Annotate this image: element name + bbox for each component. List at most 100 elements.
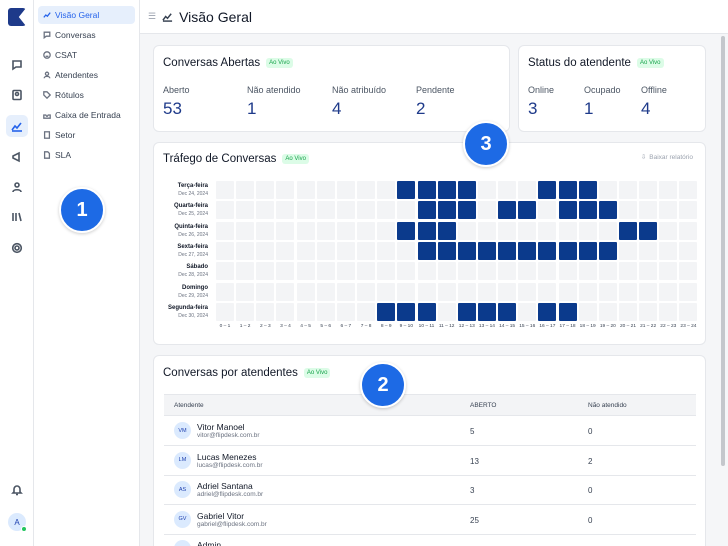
heatmap-cell[interactable]: [256, 241, 275, 260]
heatmap-cell[interactable]: [357, 282, 376, 301]
heatmap-cell[interactable]: [659, 221, 678, 240]
heatmap-cell[interactable]: [578, 221, 597, 240]
nav-item-csat[interactable]: CSAT: [38, 46, 135, 64]
heatmap-cell[interactable]: [639, 221, 658, 240]
heatmap-cell[interactable]: [216, 181, 234, 199]
heatmap-cell[interactable]: [256, 201, 275, 220]
contact-icon[interactable]: [6, 84, 28, 106]
team-icon[interactable]: [6, 176, 28, 198]
heatmap-cell[interactable]: [558, 201, 577, 220]
heatmap-cell[interactable]: [578, 241, 597, 260]
heatmap-cell[interactable]: [619, 262, 637, 281]
heatmap-cell[interactable]: [558, 221, 577, 240]
column-header-aberto[interactable]: ABERTO: [470, 402, 497, 409]
heatmap-cell[interactable]: [679, 302, 698, 321]
heatmap-cell[interactable]: [296, 302, 315, 321]
heatmap-cell[interactable]: [659, 181, 678, 199]
user-avatar[interactable]: A: [8, 513, 27, 532]
heatmap-cell[interactable]: [357, 221, 376, 240]
heatmap-cell[interactable]: [397, 282, 416, 301]
heatmap-cell[interactable]: [316, 302, 335, 321]
heatmap-cell[interactable]: [578, 201, 597, 220]
heatmap-cell[interactable]: [679, 262, 698, 281]
heatmap-cell[interactable]: [296, 241, 315, 260]
nav-item-visao-geral[interactable]: Visão Geral: [38, 6, 135, 24]
heatmap-cell[interactable]: [639, 201, 658, 220]
heatmap-cell[interactable]: [619, 221, 637, 240]
settings-icon[interactable]: [6, 237, 28, 259]
heatmap-cell[interactable]: [397, 262, 416, 281]
table-row[interactable]: GV Gabriel Vitor gabriel@flipdesk.com.br 25…: [164, 505, 696, 535]
heatmap-cell[interactable]: [538, 201, 557, 220]
heatmap-cell[interactable]: [256, 282, 275, 301]
heatmap-cell[interactable]: [518, 262, 537, 281]
heatmap-cell[interactable]: [598, 241, 617, 260]
heatmap-cell[interactable]: [357, 201, 376, 220]
heatmap-cell[interactable]: [296, 282, 315, 301]
heatmap-cell[interactable]: [276, 241, 295, 260]
heatmap-cell[interactable]: [558, 241, 577, 260]
heatmap-cell[interactable]: [518, 221, 537, 240]
heatmap-cell[interactable]: [316, 262, 335, 281]
heatmap-cell[interactable]: [679, 221, 698, 240]
scrollbar[interactable]: [721, 36, 725, 466]
nav-item-setor[interactable]: Setor: [38, 126, 135, 144]
heatmap-cell[interactable]: [457, 181, 476, 199]
heatmap-cell[interactable]: [477, 302, 496, 321]
heatmap-cell[interactable]: [236, 201, 255, 220]
heatmap-cell[interactable]: [598, 181, 617, 199]
reports-icon[interactable]: [6, 115, 28, 137]
heatmap-cell[interactable]: [619, 201, 637, 220]
heatmap-cell[interactable]: [498, 241, 517, 260]
heatmap-cell[interactable]: [659, 302, 678, 321]
heatmap-cell[interactable]: [417, 241, 436, 260]
heatmap-cell[interactable]: [437, 241, 456, 260]
logo-icon[interactable]: [8, 8, 26, 26]
heatmap-cell[interactable]: [437, 282, 456, 301]
download-report-button[interactable]: ⇩ Baixar relatório: [641, 153, 693, 162]
heatmap-cell[interactable]: [236, 282, 255, 301]
heatmap-cell[interactable]: [397, 221, 416, 240]
heatmap-cell[interactable]: [659, 241, 678, 260]
heatmap-cell[interactable]: [336, 262, 355, 281]
table-row[interactable]: VM Vitor Manoel vitor@flipdesk.com.br 5 0: [164, 416, 696, 446]
heatmap-cell[interactable]: [619, 241, 637, 260]
heatmap-cell[interactable]: [477, 241, 496, 260]
heatmap-cell[interactable]: [377, 282, 396, 301]
heatmap-cell[interactable]: [598, 302, 617, 321]
heatmap-cell[interactable]: [316, 221, 335, 240]
heatmap-cell[interactable]: [296, 262, 315, 281]
heatmap-cell[interactable]: [357, 302, 376, 321]
heatmap-cell[interactable]: [276, 221, 295, 240]
heatmap-cell[interactable]: [558, 262, 577, 281]
table-row[interactable]: AS Adriel Santana adriel@flipdesk.com.br 3 0: [164, 475, 696, 505]
heatmap-cell[interactable]: [437, 262, 456, 281]
heatmap-cell[interactable]: [457, 201, 476, 220]
heatmap-cell[interactable]: [457, 221, 476, 240]
menu-icon[interactable]: ☰: [148, 11, 156, 22]
table-row[interactable]: LM Lucas Menezes lucas@flipdesk.com.br 13 2: [164, 446, 696, 476]
heatmap-cell[interactable]: [437, 181, 456, 199]
heatmap-cell[interactable]: [538, 181, 557, 199]
nav-item-rotulos[interactable]: Rótulos: [38, 86, 135, 104]
heatmap-cell[interactable]: [538, 302, 557, 321]
heatmap-cell[interactable]: [276, 201, 295, 220]
heatmap-cell[interactable]: [417, 262, 436, 281]
heatmap-cell[interactable]: [336, 181, 355, 199]
heatmap-cell[interactable]: [518, 302, 537, 321]
heatmap-cell[interactable]: [397, 201, 416, 220]
heatmap-cell[interactable]: [216, 282, 234, 301]
heatmap-cell[interactable]: [357, 241, 376, 260]
heatmap-cell[interactable]: [417, 181, 436, 199]
heatmap-cell[interactable]: [276, 302, 295, 321]
heatmap-cell[interactable]: [417, 302, 436, 321]
heatmap-cell[interactable]: [498, 221, 517, 240]
heatmap-cell[interactable]: [296, 201, 315, 220]
heatmap-cell[interactable]: [276, 181, 295, 199]
heatmap-cell[interactable]: [498, 282, 517, 301]
heatmap-cell[interactable]: [518, 201, 537, 220]
heatmap-cell[interactable]: [659, 262, 678, 281]
heatmap-cell[interactable]: [498, 201, 517, 220]
heatmap-cell[interactable]: [538, 262, 557, 281]
heatmap-cell[interactable]: [397, 181, 416, 199]
